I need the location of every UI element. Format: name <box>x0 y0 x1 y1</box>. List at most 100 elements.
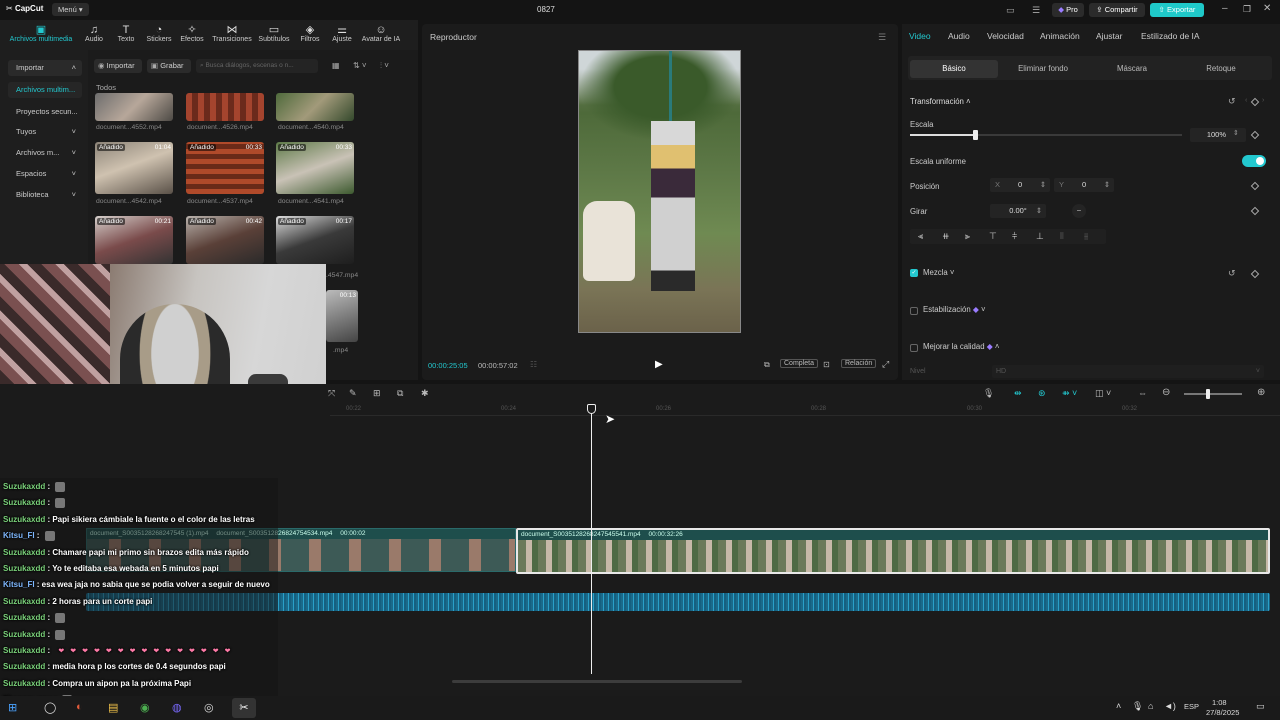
minimize-icon[interactable]: – <box>1222 3 1228 14</box>
sidebar-item-import[interactable]: Importar ˄ <box>8 60 82 76</box>
play-icon[interactable]: ▶ <box>655 359 663 370</box>
keyframe-icon[interactable] <box>1250 269 1260 279</box>
sort-icon[interactable]: ⇅ ˅ <box>353 61 367 70</box>
tab-video[interactable]: Video <box>909 31 931 41</box>
time-ruler[interactable] <box>330 404 1280 416</box>
selected-video-clip[interactable]: document_S0035128268247545541.mp4 00:00:… <box>516 528 1270 574</box>
record-button[interactable]: ▣ Grabar <box>147 59 191 73</box>
fullscreen-icon[interactable]: ⤢ <box>882 359 889 370</box>
pro-button[interactable]: ◆ Pro <box>1052 3 1084 17</box>
transform-section[interactable]: Transformación ˄ <box>910 97 971 106</box>
full-quality-button[interactable]: Completa <box>780 359 818 368</box>
subtab-basic[interactable]: Básico <box>910 60 998 78</box>
media-thumbnail[interactable]: 00:13 <box>326 290 358 342</box>
microphone-icon[interactable]: 🎙 <box>983 388 994 399</box>
subtab-retouch[interactable]: Retoque <box>1177 60 1265 78</box>
crop-icon[interactable]: ⧉ <box>764 360 770 370</box>
subtab-mask[interactable]: Máscara <box>1088 60 1176 78</box>
tool-tab-effects[interactable]: ✧ Efectos <box>170 24 214 43</box>
sidebar-item-media-files[interactable]: Archivos multim... <box>8 82 82 98</box>
position-y-field[interactable]: Y 0 ⇕ <box>1054 178 1114 192</box>
tab-adjust[interactable]: Ajustar <box>1096 31 1122 41</box>
tab-audio[interactable]: Audio <box>948 31 970 41</box>
link-icon[interactable]: ⊛ <box>1038 388 1046 399</box>
fit-icon[interactable]: ⇔ <box>1138 388 1147 398</box>
chrome-icon[interactable]: ◉ <box>140 701 150 714</box>
zoom-in-icon[interactable]: ⊕ <box>1257 387 1265 398</box>
zoom-slider[interactable] <box>1184 389 1242 399</box>
subtab-remove-background[interactable]: Eliminar fondo <box>999 60 1087 78</box>
zoom-slider-knob[interactable] <box>1206 389 1210 399</box>
prev-keyframe-icon[interactable]: ‹ <box>1245 97 1247 104</box>
keyframe-icon[interactable] <box>1250 181 1260 191</box>
sidebar-item-yours[interactable]: Tuyos ˅ <box>8 124 82 140</box>
magic-icon[interactable]: ✎ <box>349 388 357 399</box>
clock-time[interactable]: 1:08 <box>1212 698 1227 707</box>
split-icon[interactable]: ⤧ <box>328 388 335 399</box>
align-right-icon[interactable]: ⫸ <box>965 231 970 242</box>
align-center-h-icon[interactable]: ⧺ <box>942 231 950 242</box>
keyframe-icon[interactable] <box>1250 97 1260 107</box>
zoom-out-icon[interactable]: ⊖ <box>1162 387 1170 398</box>
rotate-dial[interactable]: – <box>1072 204 1086 218</box>
track-options-icon[interactable]: ◫ ˅ <box>1095 388 1111 399</box>
distribute-v-icon[interactable]: ⫵ <box>1084 231 1088 242</box>
capcut-taskbar-icon[interactable]: ✂ <box>232 698 256 718</box>
notifications-icon[interactable]: ▭ <box>1256 701 1265 712</box>
preview-axis-icon[interactable]: ⇻ ˅ <box>1062 388 1077 399</box>
align-bottom-icon[interactable]: ⊥ <box>1036 231 1044 242</box>
app-icon[interactable]: ◐ <box>76 701 83 713</box>
scale-slider-knob[interactable] <box>973 130 979 140</box>
blend-section[interactable]: Mezcla ˅ <box>923 268 954 277</box>
keyframe-icon[interactable] <box>1250 206 1260 216</box>
media-thumbnail[interactable] <box>186 93 264 121</box>
share-button[interactable]: ⇪ Compartir <box>1089 3 1145 17</box>
blend-checkbox[interactable]: ✓ <box>910 269 918 277</box>
network-icon[interactable]: ⌂ <box>1148 701 1153 711</box>
aspect-ratio-button[interactable]: Relación <box>841 359 877 368</box>
volume-icon[interactable]: ◄) <box>1164 701 1176 711</box>
tool-tab-ai-avatar[interactable]: ☺ Avatar de IA <box>356 24 406 43</box>
ai-tools-icon[interactable]: ✱ <box>421 388 429 399</box>
align-center-v-icon[interactable]: ⫩ <box>1012 231 1017 242</box>
rotate-value-field[interactable]: 0.00° ⇕ <box>990 204 1046 218</box>
align-left-icon[interactable]: ⫷ <box>918 231 923 242</box>
video-preview[interactable] <box>578 50 741 333</box>
media-thumbnail[interactable] <box>95 93 173 121</box>
position-x-field[interactable]: X 0 ⇕ <box>990 178 1050 192</box>
uniform-scale-toggle[interactable] <box>1242 155 1266 167</box>
playhead-handle[interactable] <box>587 404 596 414</box>
reset-icon[interactable]: ↺ <box>1228 268 1236 279</box>
tray-chevron-icon[interactable]: ˄ <box>1116 701 1121 711</box>
tool-tab-transitions[interactable]: ⋈ Transiciones <box>210 24 254 43</box>
scale-slider[interactable] <box>910 130 1182 140</box>
file-explorer-icon[interactable]: ▤ <box>108 701 118 714</box>
windows-start-icon[interactable]: ⊞ <box>8 701 17 714</box>
enhance-section[interactable]: Mejorar la calidad ◆ ˄ <box>923 342 999 351</box>
media-thumbnail[interactable]: Añadido 00:17 <box>276 216 354 264</box>
sidebar-item-library[interactable]: Biblioteca ˅ <box>8 187 82 203</box>
shortcuts-icon[interactable]: ☰ <box>1032 5 1040 16</box>
stabilize-section[interactable]: Estabilización ◆ ˅ <box>923 305 986 314</box>
next-keyframe-icon[interactable]: › <box>1262 97 1264 104</box>
stepper-icon[interactable]: ⇕ <box>1036 204 1042 218</box>
maximize-icon[interactable]: ❐ <box>1243 4 1251 15</box>
export-button[interactable]: ⇧ Exportar <box>1150 3 1204 17</box>
close-icon[interactable]: ✕ <box>1263 3 1271 14</box>
microphone-icon[interactable]: 🎙 <box>1132 701 1143 712</box>
import-button[interactable]: ◉ Importar <box>94 59 142 73</box>
filter-icon[interactable]: ⫶ ˅ <box>380 61 389 71</box>
sidebar-item-spaces[interactable]: Espacios ˅ <box>8 166 82 182</box>
timeline-scrollbar[interactable] <box>452 680 742 683</box>
crop-icon[interactable]: ⧉ <box>397 388 403 399</box>
player-menu-icon[interactable]: ☰ <box>878 32 886 43</box>
stepper-icon[interactable]: ⇕ <box>1040 178 1046 192</box>
tab-animation[interactable]: Animación <box>1040 31 1080 41</box>
media-thumbnail[interactable]: Añadido 00:21 <box>95 216 173 264</box>
media-thumbnail[interactable]: Añadido 00:33 <box>186 142 264 194</box>
obs-icon[interactable]: ◎ <box>204 701 214 714</box>
menu-button[interactable]: Menú ▾ <box>52 3 89 16</box>
sidebar-item-files[interactable]: Archivos m... ˅ <box>8 145 82 161</box>
freeze-icon[interactable]: ⊞ <box>373 388 381 399</box>
stepper-icon[interactable]: ⇕ <box>1233 129 1239 137</box>
